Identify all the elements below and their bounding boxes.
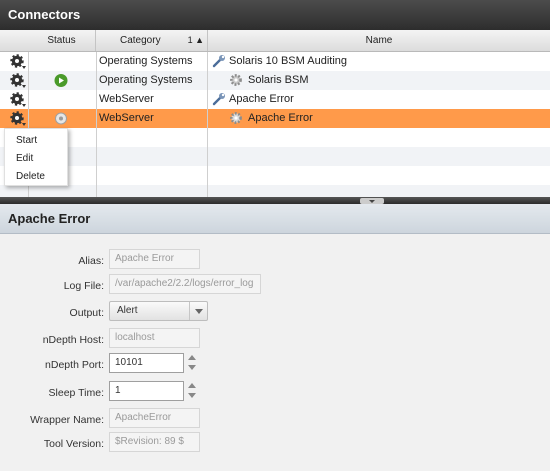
menu-item-edit[interactable]: Edit xyxy=(16,153,33,164)
stopped-status-icon xyxy=(55,112,67,125)
logfile-label: Log File: xyxy=(63,280,104,292)
ndepth-host-label: nDepth Host: xyxy=(42,334,104,346)
ndepth-host-field[interactable]: localhost xyxy=(109,328,200,348)
panel-title: Connectors xyxy=(0,0,550,30)
connectors-grid: Operating Systems Solaris 10 BSM Auditin… xyxy=(0,52,550,197)
output-select[interactable]: Alert xyxy=(109,301,208,321)
tool-version-label: Tool Version: xyxy=(43,438,104,450)
chevron-up-icon[interactable] xyxy=(188,355,196,360)
ndepth-port-field[interactable]: 10101 xyxy=(109,353,184,373)
gear-menu-icon[interactable] xyxy=(9,72,27,89)
row-name: Apache Error xyxy=(229,93,294,105)
wrapper-name-field[interactable]: ApacheError xyxy=(109,408,200,428)
column-header-category-label: Category xyxy=(120,35,161,46)
column-header-name[interactable]: Name xyxy=(208,30,550,51)
table-row-selected[interactable]: WebServer Apache Error xyxy=(0,109,550,128)
ndepth-port-stepper[interactable] xyxy=(187,353,197,373)
tool-version-field[interactable]: $Revision: 89 $ xyxy=(109,432,200,452)
cog-icon xyxy=(230,74,242,86)
chevron-down-icon[interactable] xyxy=(188,393,196,398)
detail-title: Apache Error xyxy=(0,204,550,234)
ndepth-port-label: nDepth Port: xyxy=(45,359,104,371)
row-category: Operating Systems xyxy=(99,55,193,67)
column-header-category[interactable]: Category 1 ▲ xyxy=(96,30,208,51)
wrench-icon xyxy=(212,55,225,68)
table-row[interactable]: Operating Systems Solaris BSM xyxy=(0,71,550,90)
gear-menu-icon[interactable] xyxy=(9,91,27,108)
gear-menu-icon[interactable] xyxy=(9,53,27,70)
panel-splitter[interactable] xyxy=(0,197,550,204)
menu-item-start[interactable]: Start xyxy=(16,135,37,146)
chevron-up-icon[interactable] xyxy=(188,383,196,388)
row-category: Operating Systems xyxy=(99,74,193,86)
empty-row xyxy=(0,147,550,166)
column-divider xyxy=(96,52,97,197)
logfile-field[interactable]: /var/apache2/2.2/logs/error_log xyxy=(109,274,261,294)
table-row[interactable]: Operating Systems Solaris 10 BSM Auditin… xyxy=(0,52,550,71)
sleep-time-field[interactable]: 1 xyxy=(109,381,184,401)
row-name: Solaris 10 BSM Auditing xyxy=(229,55,348,67)
sleep-time-label: Sleep Time: xyxy=(48,387,104,399)
sort-ascending-icon: 1 ▲ xyxy=(187,35,204,45)
sleep-time-stepper[interactable] xyxy=(187,381,197,401)
row-category: WebServer xyxy=(99,112,154,124)
row-name: Apache Error xyxy=(248,112,313,124)
alias-label: Alias: xyxy=(78,255,104,267)
chevron-down-icon[interactable] xyxy=(188,365,196,370)
alias-field[interactable]: Apache Error xyxy=(109,249,200,269)
column-header-status[interactable]: Status xyxy=(28,30,96,51)
menu-item-delete[interactable]: Delete xyxy=(16,171,45,182)
empty-row xyxy=(0,185,550,197)
detail-form: Alias: Apache Error Log File: /var/apach… xyxy=(0,234,550,471)
output-select-value: Alert xyxy=(117,305,138,316)
row-category: WebServer xyxy=(99,93,154,105)
table-row[interactable]: WebServer Apache Error xyxy=(0,90,550,109)
row-name: Solaris BSM xyxy=(248,74,309,86)
column-divider xyxy=(207,52,208,197)
gear-context-menu: Start Edit Delete xyxy=(4,128,68,186)
cog-icon xyxy=(230,112,242,124)
wrapper-name-label: Wrapper Name: xyxy=(30,414,104,426)
chevron-down-icon xyxy=(189,302,207,320)
grid-header: Status Category 1 ▲ Name xyxy=(0,30,550,52)
running-status-icon xyxy=(54,74,68,87)
wrench-icon xyxy=(212,93,225,106)
gear-menu-icon[interactable] xyxy=(9,110,27,127)
output-label: Output: xyxy=(69,307,104,319)
